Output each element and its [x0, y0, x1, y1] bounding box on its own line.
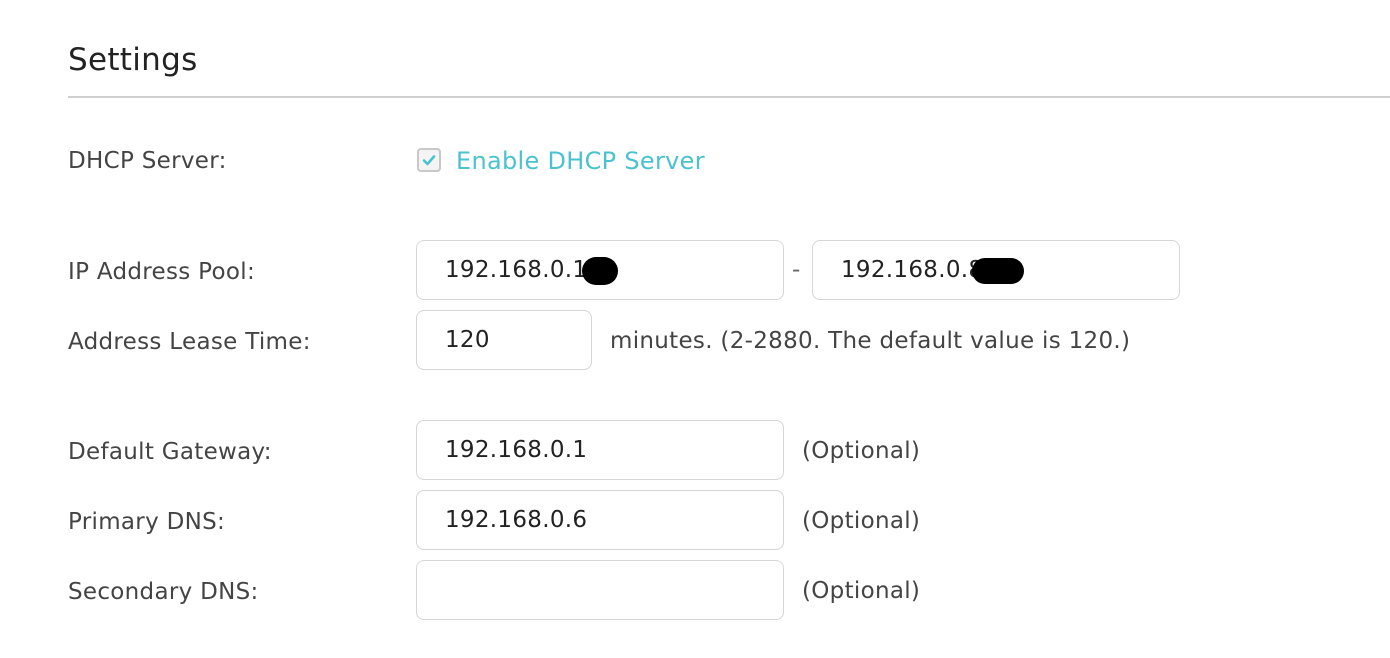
lease-time-label: Address Lease Time: — [68, 329, 311, 355]
secondary-dns-input[interactable] — [416, 560, 784, 620]
secondary-dns-label: Secondary DNS: — [68, 579, 259, 605]
checkmark-icon — [422, 155, 436, 166]
lease-time-input[interactable] — [416, 310, 592, 370]
enable-dhcp-label[interactable]: Enable DHCP Server — [456, 146, 705, 176]
default-gateway-optional: (Optional) — [802, 438, 921, 464]
ip-pool-label: IP Address Pool: — [68, 259, 256, 285]
dhcp-server-label: DHCP Server: — [68, 148, 227, 174]
lease-time-hint: minutes. (2-2880. The default value is 1… — [610, 328, 1131, 354]
primary-dns-label: Primary DNS: — [68, 509, 226, 535]
ip-pool-separator: - — [792, 257, 801, 283]
secondary-dns-optional: (Optional) — [802, 578, 921, 604]
title-divider — [68, 96, 1390, 98]
default-gateway-label: Default Gateway: — [68, 439, 272, 465]
section-title: Settings — [68, 42, 198, 78]
dhcp-settings-panel: Settings DHCP Server: Enable DHCP Server… — [0, 0, 1390, 658]
primary-dns-optional: (Optional) — [802, 508, 921, 534]
redaction-mark — [972, 258, 1024, 284]
enable-dhcp-checkbox[interactable] — [417, 148, 441, 172]
primary-dns-input[interactable] — [416, 490, 784, 550]
default-gateway-input[interactable] — [416, 420, 784, 480]
redaction-mark — [582, 257, 618, 285]
